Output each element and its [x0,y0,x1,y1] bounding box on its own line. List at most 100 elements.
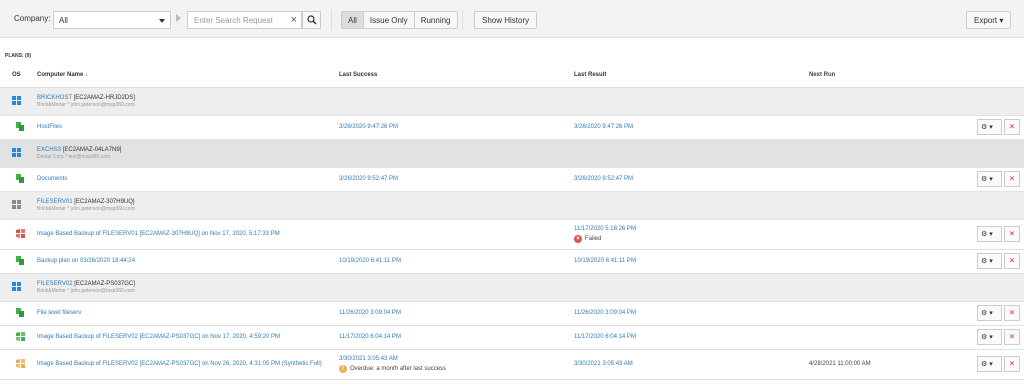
column-last-success[interactable]: Last Success [335,63,570,88]
delete-plan-button[interactable]: × [1004,119,1020,135]
close-icon: × [1009,229,1015,238]
host-name-link[interactable]: EXCHS3 [37,147,61,153]
gear-icon: ⚙ [981,310,988,317]
plan-row[interactable]: Image Based Backup of FILESERV02 [EC2AMA… [0,325,1024,350]
filter-group: All Issue Only Running [341,11,458,29]
host-subtitle: Brick&Mortar * john.peterson@msp360.com [37,287,135,294]
host-id: [EC2AMAZ-HRJD2DS] [73,94,135,101]
host-id: [EC2AMAZ-PS037GC] [74,280,135,287]
host-name-link[interactable]: BRICKHOST [37,95,72,101]
plan-row[interactable]: Image Based Backup of FILESERV01 [EC2AMA… [0,219,1024,250]
host-name-link[interactable]: FILESERV02 [37,281,73,287]
last-result-link[interactable]: 10/19/2020 6:41:11 PM [574,258,805,264]
column-actions [977,63,1024,88]
last-success-link[interactable]: 3/26/2020 9:52:47 PM [339,176,570,182]
delete-plan-button[interactable]: × [1004,253,1020,269]
host-row[interactable]: FILESERV02 [EC2AMAZ-PS037GC] Brick&Mortar… [0,273,1024,302]
plan-name-link[interactable]: Image Based Backup of FILESERV02 [EC2AMA… [37,361,322,367]
file-backup-icon [16,173,24,185]
host-id: [EC2AMAZ-307H9UQ] [74,198,135,205]
filter-running-button[interactable]: Running [413,12,457,28]
next-run: 4/28/2021 11:00:00 AM [809,361,871,367]
plan-settings-button[interactable]: ⚙ ▾ [977,356,1002,372]
company-select[interactable]: All [53,11,171,29]
status-overdue: ! Overdue: a month after last success [339,364,570,373]
plan-settings-button[interactable]: ⚙ ▾ [977,329,1002,345]
close-icon: × [1009,256,1015,265]
filter-issue-only-button[interactable]: Issue Only [362,12,414,28]
divider [331,10,332,30]
delete-plan-button[interactable]: × [1004,226,1020,242]
search-button[interactable] [302,11,321,29]
column-os: OS [0,63,25,88]
last-result-link[interactable]: 11/17/2020 6:04:14 PM [574,334,805,340]
plan-row[interactable]: HostFiles 3/26/2020 9:47:26 PM 3/26/2020 9… [0,115,1024,140]
plan-settings-button[interactable]: ⚙ ▾ [977,253,1002,269]
last-result-link[interactable]: 11/26/2020 3:09:04 PM [574,310,805,316]
status-text: Failed [585,235,602,242]
host-id: [EC2AMAZ-04LA7N9] [62,146,122,153]
filter-all-button[interactable]: All [342,12,363,28]
plan-settings-button[interactable]: ⚙ ▾ [977,305,1002,321]
plan-row[interactable]: Documents 3/26/2020 9:52:47 PM 3/26/2020 9… [0,167,1024,192]
status-failed: × Failed [574,234,805,243]
close-icon: × [1009,359,1015,368]
windows-icon [12,147,21,159]
show-history-button[interactable]: Show History [474,11,538,29]
export-button[interactable]: Export ▾ [966,11,1012,29]
company-label: Company: [14,14,51,23]
host-row[interactable]: FILESERV01 [EC2AMAZ-307H9UQ] Brick&Mortar… [0,191,1024,220]
last-result-link[interactable]: 3/26/2020 9:52:47 PM [574,176,805,182]
last-result-link[interactable]: 3/30/2021 3:05:43 AM [574,361,805,367]
delete-plan-button[interactable]: × [1004,329,1020,345]
host-row[interactable]: EXCHS3 [EC2AMAZ-04LA7N9] Dental Corp * te… [0,139,1024,168]
plan-row[interactable]: Image Based Backup of FILESERV02 [EC2AMA… [0,349,1024,380]
file-backup-icon [16,121,24,133]
close-icon: × [1009,122,1015,131]
plan-name-link[interactable]: Image Based Backup of FILESERV02 [EC2AMA… [37,334,280,340]
windows-icon [12,281,21,293]
last-success-link[interactable]: 11/26/2020 3:09:04 PM [339,310,570,316]
last-result-link[interactable]: 11/17/2020 5:18:26 PM [574,226,805,232]
plan-settings-button[interactable]: ⚙ ▾ [977,226,1002,242]
plan-name-link[interactable]: Backup plan on 03/26/2020 18:44:24 [37,258,135,264]
plan-name-link[interactable]: Image Based Backup of FILESERV01 [EC2AMA… [37,231,280,237]
image-backup-green-icon [16,331,25,343]
plan-name-link[interactable]: HostFiles [37,124,62,130]
plan-row[interactable]: Backup plan on 03/26/2020 18:44:24 10/19/… [0,249,1024,274]
last-success-link[interactable]: 11/17/2020 6:04:14 PM [339,334,570,340]
close-icon: × [1009,332,1015,341]
gear-icon: ⚙ [981,124,988,131]
file-backup-icon [16,307,24,319]
status-text: Overdue: a month after last success [350,365,447,372]
host-row[interactable]: BRICKHOST [EC2AMAZ-HRJD2DS] Brick&Mortar … [0,87,1024,116]
last-success-link[interactable]: 3/26/2020 9:47:26 PM [339,124,570,130]
last-success-link[interactable]: 3/30/2021 3:05:43 AM [339,356,570,362]
last-result-link[interactable]: 3/26/2020 9:47:26 PM [574,124,805,130]
delete-plan-button[interactable]: × [1004,171,1020,187]
plan-settings-button[interactable]: ⚙ ▾ [977,171,1002,187]
delete-plan-button[interactable]: × [1004,356,1020,372]
search-icon [307,15,317,25]
close-icon: × [1009,174,1015,183]
plan-name-link[interactable]: Documents [37,176,67,182]
warning-icon: ! [339,364,347,373]
host-subtitle: Brick&Mortar * john.peterson@msp360.com [37,205,135,212]
plan-settings-button[interactable]: ⚙ ▾ [977,119,1002,135]
search-placeholder: Enter Search Request [194,16,273,25]
column-last-result[interactable]: Last Result [570,63,805,88]
plan-name-link[interactable]: File level fileserv [37,310,81,316]
company-select-value: All [59,16,68,25]
arrow-right-icon [176,14,181,22]
plan-row[interactable]: File level fileserv 11/26/2020 3:09:04 PM… [0,301,1024,326]
toolbar: Company: All Enter Search Request × All … [0,0,1024,38]
last-success-link[interactable]: 10/19/2020 6:41:11 PM [339,258,570,264]
column-next-run[interactable]: Next Run [805,63,977,88]
host-name-link[interactable]: FILESERV01 [37,199,73,205]
delete-plan-button[interactable]: × [1004,305,1020,321]
column-computer-name[interactable]: Computer Name ↓ [25,63,335,88]
gear-icon: ⚙ [981,176,988,183]
search-input[interactable]: Enter Search Request × [187,11,302,29]
file-backup-icon [16,255,24,267]
clear-icon[interactable]: × [291,14,297,26]
